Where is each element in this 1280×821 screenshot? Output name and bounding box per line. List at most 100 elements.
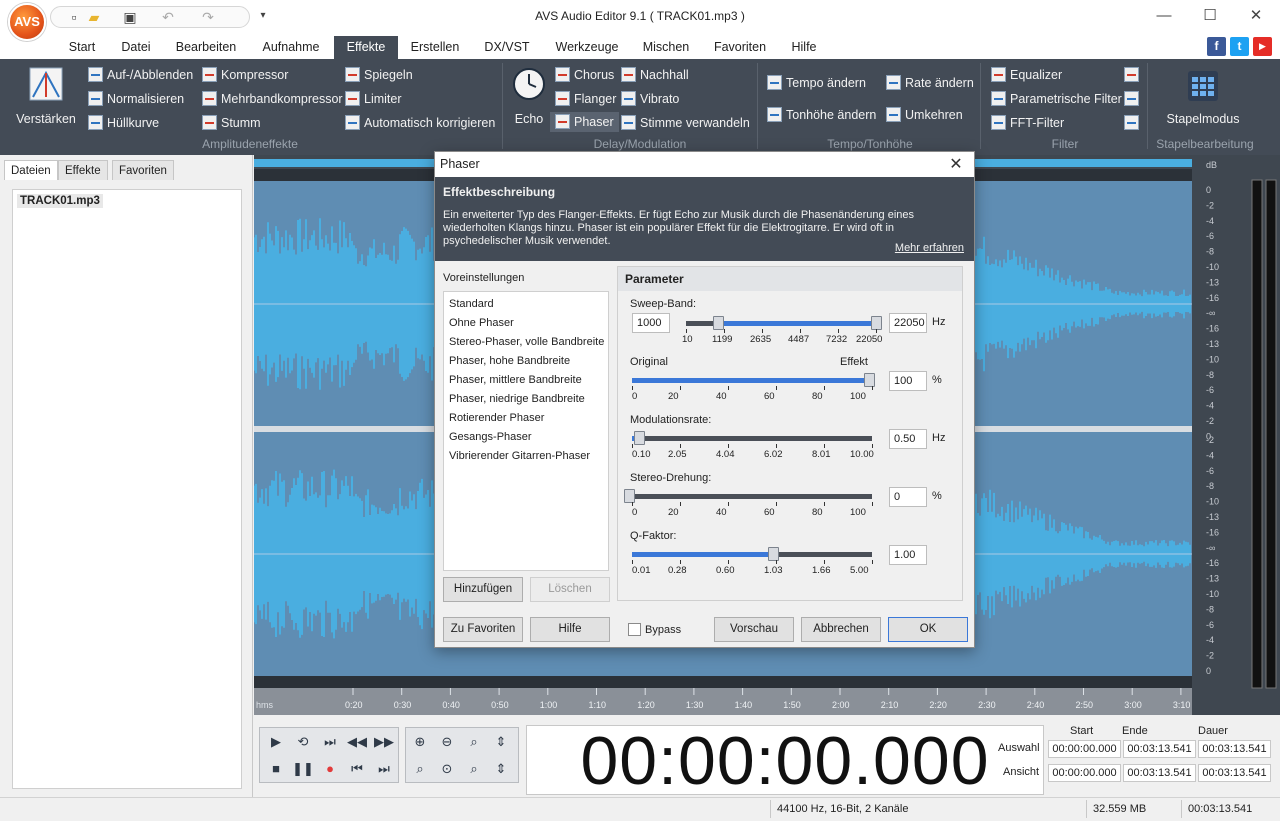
cancel-button[interactable]: Abbrechen [801, 617, 881, 642]
zoom-vertical-out-icon[interactable]: ⇕ [488, 757, 514, 781]
zoom-full-icon[interactable]: ⌕ [461, 757, 487, 781]
mix-thumb[interactable] [864, 373, 875, 387]
view-start-field[interactable]: 00:00:00.000 [1048, 764, 1121, 782]
zoom-out-icon[interactable]: ⊖ [434, 730, 460, 754]
tab-erstellen[interactable]: Erstellen [402, 36, 468, 59]
tab-dateien[interactable]: Dateien [4, 160, 58, 180]
tab-favoriten[interactable]: Favoriten [704, 36, 776, 59]
parametrische-filter-button[interactable]: Parametrische Filter [991, 89, 1122, 109]
selection-duration-field[interactable]: 00:03:13.541 [1198, 740, 1271, 758]
tab-hilfe[interactable]: Hilfe [782, 36, 826, 59]
tab-mischen[interactable]: Mischen [634, 36, 698, 59]
stereo-thumb[interactable] [624, 489, 635, 503]
preset-item[interactable]: Phaser, hohe Bandbreite [449, 354, 570, 368]
stimme-verwandeln-button[interactable]: Stimme verwandeln [621, 113, 750, 133]
forward-icon[interactable]: ▶▶ [371, 730, 397, 754]
preset-item[interactable]: Rotierender Phaser [449, 411, 544, 425]
vibrato-button[interactable]: Vibrato [621, 89, 679, 109]
nachhall-button[interactable]: Nachhall [621, 65, 689, 85]
tempo-aendern-button[interactable]: Tempo ändern [767, 73, 866, 93]
selection-start-field[interactable]: 00:00:00.000 [1048, 740, 1121, 758]
bypass-checkbox[interactable] [628, 623, 641, 636]
youtube-icon[interactable]: ▶ [1253, 37, 1272, 56]
zoom-100-icon[interactable]: ⌕ [461, 730, 487, 754]
tab-aufnahme[interactable]: Aufnahme [252, 36, 330, 59]
view-duration-field[interactable]: 00:03:13.541 [1198, 764, 1271, 782]
automatisch-korrigieren-button[interactable]: Automatisch korrigieren [345, 113, 495, 133]
help-button[interactable]: Hilfe [530, 617, 610, 642]
preset-item[interactable]: Vibrierender Gitarren-Phaser [449, 449, 590, 463]
spiegeln-button[interactable]: Spiegeln [345, 65, 413, 85]
flanger-button[interactable]: Flanger [555, 89, 616, 109]
tonhoehe-aendern-button[interactable]: Tonhöhe ändern [767, 105, 876, 125]
facebook-icon[interactable]: f [1207, 37, 1226, 56]
tab-effekte[interactable]: Effekte [334, 36, 398, 59]
preset-item[interactable]: Ohne Phaser [449, 316, 514, 330]
mix-input[interactable]: 100 [889, 371, 927, 391]
zoom-fit-icon[interactable]: ⊙ [434, 757, 460, 781]
modrate-input[interactable]: 0.50 [889, 429, 927, 449]
verstaerken-button[interactable]: Verstärken [12, 67, 80, 126]
tab-start[interactable]: Start [58, 36, 106, 59]
umkehren-button[interactable]: Umkehren [886, 105, 963, 125]
sweep-high-input[interactable]: 22050 [889, 313, 927, 333]
echo-button[interactable]: Echo [508, 67, 550, 126]
app-logo-icon[interactable]: AVS [8, 3, 46, 41]
auf-abblenden-button[interactable]: Auf-/Abblenden [88, 65, 193, 85]
tab-datei[interactable]: Datei [112, 36, 160, 59]
play-icon[interactable]: ▶ [263, 730, 289, 754]
preset-item[interactable]: Standard [449, 297, 494, 311]
go-start-icon[interactable]: ⏮ [344, 757, 370, 781]
record-icon[interactable]: ● [317, 757, 343, 781]
sweep-low-thumb[interactable] [712, 316, 724, 330]
modrate-slider-track[interactable] [632, 436, 872, 441]
mehrbandkompressor-button[interactable]: Mehrbandkompressor [202, 89, 343, 109]
preset-item[interactable]: Stereo-Phaser, volle Bandbreite [449, 335, 604, 349]
tab-werkzeuge[interactable]: Werkzeuge [546, 36, 628, 59]
zoom-selection-icon[interactable]: ⌕ [407, 757, 433, 781]
rewind-icon[interactable]: ◀◀ [344, 730, 370, 754]
huellkurve-button[interactable]: Hüllkurve [88, 113, 159, 133]
maximize-button[interactable]: ☐ [1187, 0, 1233, 32]
kompressor-button[interactable]: Kompressor [202, 65, 288, 85]
loop-icon[interactable]: ⟲ [290, 730, 316, 754]
minimize-button[interactable]: — [1141, 0, 1187, 32]
rate-aendern-button[interactable]: Rate ändern [886, 73, 974, 93]
go-end-icon[interactable]: ⏭ [371, 757, 397, 781]
zoom-in-icon[interactable]: ⊕ [407, 730, 433, 754]
file-item[interactable]: TRACK01.mp3 [17, 194, 103, 208]
close-button[interactable]: ✕ [1233, 0, 1279, 32]
tab-bearbeiten[interactable]: Bearbeiten [166, 36, 246, 59]
preview-button[interactable]: Vorschau [714, 617, 794, 642]
preset-item[interactable]: Phaser, niedrige Bandbreite [449, 392, 585, 406]
dialog-close-icon[interactable]: ✕ [944, 152, 968, 177]
add-to-favorites-button[interactable]: Zu Favoriten [443, 617, 523, 642]
filter-extra-button-2[interactable] [1124, 89, 1143, 109]
ok-button[interactable]: OK [888, 617, 968, 642]
filter-extra-button-1[interactable] [1124, 65, 1143, 85]
stapelmodus-button[interactable]: Stapelmodus [1160, 69, 1246, 126]
stumm-button[interactable]: Stumm [202, 113, 261, 133]
filter-extra-button-3[interactable] [1124, 113, 1143, 133]
chorus-button[interactable]: Chorus [555, 65, 614, 85]
phaser-button[interactable]: Phaser [550, 112, 619, 132]
qfactor-thumb[interactable] [768, 547, 779, 561]
more-info-link[interactable]: Mehr erfahren [895, 242, 964, 254]
tab-favoriten-panel[interactable]: Favoriten [112, 160, 174, 180]
sweep-high-thumb[interactable] [871, 316, 882, 330]
equalizer-button[interactable]: Equalizer [991, 65, 1062, 85]
fft-filter-button[interactable]: FFT-Filter [991, 113, 1064, 133]
view-end-field[interactable]: 00:03:13.541 [1123, 764, 1196, 782]
stop-icon[interactable]: ■ [263, 757, 289, 781]
modrate-thumb[interactable] [633, 431, 645, 445]
twitter-icon[interactable]: t [1230, 37, 1249, 56]
zoom-vertical-icon[interactable]: ⇕ [488, 730, 514, 754]
add-preset-button[interactable]: Hinzufügen [443, 577, 523, 602]
stereo-slider-track[interactable] [632, 494, 872, 499]
limiter-button[interactable]: Limiter [345, 89, 402, 109]
tab-effekte-panel[interactable]: Effekte [58, 160, 108, 180]
pause-icon[interactable]: ❚❚ [290, 757, 316, 781]
qfactor-input[interactable]: 1.00 [889, 545, 927, 565]
preset-item[interactable]: Phaser, mittlere Bandbreite [449, 373, 582, 387]
stereo-input[interactable]: 0 [889, 487, 927, 507]
